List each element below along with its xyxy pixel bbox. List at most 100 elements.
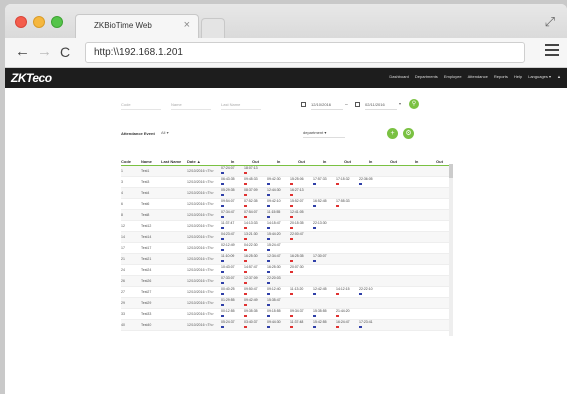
address-bar[interactable]: http:\\192.168.1.201 (85, 42, 525, 63)
name-cell: Test21 (141, 253, 161, 265)
table-row[interactable]: 3 Test3 12/10/2016 <Th> 06:43:35 09:45:33 09:… (121, 176, 451, 188)
back-icon[interactable]: ← (15, 44, 30, 60)
table-row[interactable]: 17 Test17 12/10/2016 <Th> 02:12:49 04:22:30 1… (121, 242, 451, 254)
close-window-button[interactable] (15, 16, 27, 28)
nav-employee[interactable]: Employee (444, 74, 462, 79)
department-select[interactable]: department ▾ (303, 130, 345, 138)
check-out-marker (290, 326, 293, 328)
name-cell: Test6 (141, 198, 161, 210)
table-row[interactable]: 26 Test26 12/10/2016 <Th> 07:33:07 12:37:09 2… (121, 275, 451, 287)
punch-cell (313, 165, 336, 177)
nav-departments[interactable]: Departments (415, 74, 438, 79)
check-in-marker (313, 315, 316, 317)
punch-time: 22:36:05 (359, 177, 373, 181)
nav-attendance[interactable]: Attendance (468, 74, 488, 79)
date-cell: 12/10/2016 <Th> (187, 176, 221, 188)
check-out-marker (290, 216, 293, 218)
minimize-window-button[interactable] (33, 16, 45, 28)
table-row[interactable]: 33 Test33 12/10/2016 <Th> 00:12:55 09:35:35 0… (121, 308, 451, 320)
punch-cell: 12:37:09 (244, 275, 267, 287)
check-in-marker (267, 183, 270, 185)
chevron-down-icon[interactable]: ▾ (399, 101, 401, 106)
punch-cell (336, 297, 359, 309)
last-name-cell (161, 253, 187, 265)
nav-languages[interactable]: Languages ▾ (528, 74, 551, 79)
nav-dashboard[interactable]: Dashboard (389, 74, 409, 79)
table-row[interactable]: 8 Test8 12/10/2016 <Th> 07:34:47 07:54:07 11:… (121, 209, 451, 221)
add-button[interactable]: + (387, 128, 398, 139)
column-header[interactable]: Code (121, 158, 141, 166)
last-name-input[interactable]: Last Name (221, 102, 261, 110)
punch-time: 10:43:07 (221, 265, 235, 269)
punch-cell (359, 308, 382, 320)
punch-cell: 16:24:47 (336, 319, 359, 331)
punch-cell (290, 165, 313, 177)
punch-cell (405, 286, 428, 298)
punch-cell (313, 187, 336, 199)
punch-cell: 16:27:13 (290, 187, 313, 199)
table-row[interactable]: 14 Test14 12/10/2016 <Th> 04:23:47 13:21:30 1… (121, 231, 451, 243)
punch-cell (336, 209, 359, 221)
code-input[interactable]: Code (121, 102, 161, 110)
calendar-icon[interactable] (301, 102, 306, 107)
check-in-marker (313, 183, 316, 185)
tab-close-icon[interactable]: × (184, 19, 190, 31)
search-button[interactable]: ⚲ (409, 99, 419, 109)
punch-cell: 09:42:49 (244, 297, 267, 309)
table-row[interactable]: 40 Test40 12/10/2016 <Th> 05:24:37 03:40:37 0… (121, 319, 451, 331)
check-out-marker (244, 227, 247, 229)
punch-time: 05:29:35 (221, 188, 235, 192)
punch-cell: 09:44:30 (267, 319, 290, 331)
punch-cell (382, 275, 405, 287)
table-row[interactable]: 27 Test27 12/10/2016 <Th> 00:40:25 09:50:47 0… (121, 286, 451, 298)
column-header[interactable]: Last Name (161, 158, 187, 166)
punch-cell: 22:20:03 (267, 275, 290, 287)
column-header[interactable]: Date ▲ (187, 158, 221, 166)
check-out-marker (290, 315, 293, 317)
reload-icon[interactable]: C (60, 44, 70, 60)
punch-cell (290, 297, 313, 309)
date-from-input[interactable]: 12/10/2016 (311, 102, 343, 110)
nav-reports[interactable]: Reports (494, 74, 508, 79)
punch-time: 09:44:30 (267, 320, 281, 324)
code-cell: 40 (121, 319, 141, 331)
attendance-event-select[interactable]: All ▾ (161, 130, 169, 135)
punch-cell: 04:23:47 (221, 231, 244, 243)
punch-time: 22:13:30 (313, 221, 327, 225)
punch-cell (336, 165, 359, 177)
code-cell: 4 (121, 187, 141, 199)
punch-cell (428, 220, 451, 232)
user-icon[interactable]: ▲ (557, 74, 561, 79)
table-row[interactable]: 1 Test1 12/10/2016 <Th> 07:24:07 18:07:13 (121, 165, 451, 177)
table-row[interactable]: 21 Test21 12/10/2016 <Th> 11:10:09 16:25:30 1… (121, 253, 451, 265)
calendar-icon[interactable] (355, 102, 360, 107)
date-to-input[interactable]: 02/11/2016 (365, 102, 397, 110)
name-input[interactable]: Name (171, 102, 211, 110)
column-header[interactable]: Name (141, 158, 161, 166)
scroll-thumb[interactable] (449, 164, 453, 178)
browser-menu-icon[interactable] (545, 44, 559, 59)
browser-tab[interactable]: ZKBioTime Web × (75, 14, 199, 38)
forward-icon[interactable]: → (37, 44, 52, 60)
table-row[interactable]: 4 Test4 12/10/2016 <Th> 05:29:35 08:37:09 12:… (121, 187, 451, 199)
expand-icon[interactable]: ⤢ (545, 14, 555, 30)
settings-button[interactable]: ⚙ (403, 128, 414, 139)
punch-time: 16:24:47 (336, 320, 350, 324)
check-out-marker (244, 238, 247, 240)
table-row[interactable]: 6 Test6 12/10/2016 <Th> 09:54:07 07:52:35 09:… (121, 198, 451, 210)
table-scrollbar[interactable] (449, 164, 453, 336)
punch-cell (267, 165, 290, 177)
punch-cell: 17:57:33 (313, 176, 336, 188)
last-name-cell (161, 275, 187, 287)
table-row[interactable]: 24 Test24 12/10/2016 <Th> 10:43:07 14:57:47 1… (121, 264, 451, 276)
punch-time: 04:22:30 (244, 243, 258, 247)
punch-cell (428, 319, 451, 331)
maximize-window-button[interactable] (51, 16, 63, 28)
table-row[interactable]: 29 Test29 12/10/2016 <Th> 01:29:55 09:42:49 1… (121, 297, 451, 309)
top-nav: Dashboard Departments Employee Attendanc… (389, 74, 561, 79)
nav-help[interactable]: Help (514, 74, 522, 79)
punch-cell (313, 209, 336, 221)
table-row[interactable]: 12 Test12 12/10/2016 <Th> 11:37:47 14:13:33 1… (121, 220, 451, 232)
column-header: Out (290, 158, 313, 166)
new-tab-button[interactable] (201, 18, 225, 38)
